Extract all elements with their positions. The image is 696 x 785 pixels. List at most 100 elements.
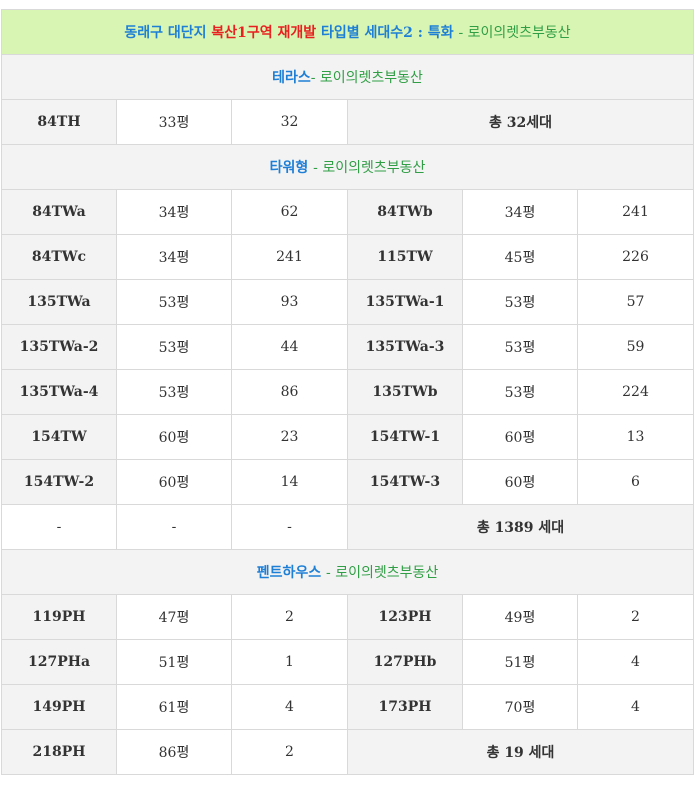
unit-count: 62 (231, 189, 348, 235)
unit-size: 53평 (462, 324, 578, 370)
unit-count: 4 (577, 639, 694, 685)
table-row: 135TWa 53평 93 135TWa-1 53평 57 (1, 279, 694, 325)
section-header-tower: 타워형 - 로이의렛츠부동산 (1, 144, 694, 190)
section-total: 총 32세대 (347, 99, 694, 145)
unit-size: 34평 (116, 234, 232, 280)
unit-size: 61평 (116, 684, 232, 730)
table-row: 149PH 61평 4 173PH 70평 4 (1, 684, 694, 730)
unit-count: 59 (577, 324, 694, 370)
unit-size: 34평 (462, 189, 578, 235)
unit-type: 119PH (1, 594, 117, 640)
unit-size: 70평 (462, 684, 578, 730)
section-suffix: - 로이의렛츠부동산 (326, 565, 439, 581)
unit-count: 241 (231, 234, 348, 280)
table-row: 154TW 60평 23 154TW-1 60평 13 (1, 414, 694, 460)
table-row: 84TWc 34평 241 115TW 45평 226 (1, 234, 694, 280)
unit-type: 84TWb (347, 189, 463, 235)
unit-type: 135TWa (1, 279, 117, 325)
unit-type: 135TWb (347, 369, 463, 415)
unit-count: 86 (231, 369, 348, 415)
unit-type: 135TWa-1 (347, 279, 463, 325)
empty-cell: - (231, 504, 348, 550)
section-suffix: - 로이의렛츠부동산 (313, 160, 426, 176)
table-row: 119PH 47평 2 123PH 49평 2 (1, 594, 694, 640)
unit-type: 154TW (1, 414, 117, 460)
title-part1: 동래구 대단지 (124, 25, 207, 41)
unit-count: 44 (231, 324, 348, 370)
empty-cell: - (1, 504, 117, 550)
unit-size: 53평 (116, 279, 232, 325)
table-row: - - - 총 1389 세대 (1, 504, 694, 550)
unit-size: 60평 (116, 459, 232, 505)
unit-size: 60평 (462, 414, 578, 460)
section-header-terrace: 테라스- 로이의렛츠부동산 (1, 54, 694, 100)
unit-type: 154TW-3 (347, 459, 463, 505)
unit-size: 49평 (462, 594, 578, 640)
unit-size: 47평 (116, 594, 232, 640)
unit-count: 2 (231, 594, 348, 640)
unit-size: 34평 (116, 189, 232, 235)
unit-size: 60평 (116, 414, 232, 460)
unit-count: 23 (231, 414, 348, 460)
unit-count: 226 (577, 234, 694, 280)
table-title: 동래구 대단지 복산1구역 재개발 타입별 세대수2 : 특화 - 로이의렛츠부… (1, 9, 694, 55)
unit-count: 93 (231, 279, 348, 325)
unit-type: 127PHb (347, 639, 463, 685)
unit-count: 4 (577, 684, 694, 730)
unit-type: 84TWc (1, 234, 117, 280)
section-label: 타워형 (269, 160, 309, 176)
unit-type: 84TWa (1, 189, 117, 235)
unit-count: 13 (577, 414, 694, 460)
unit-count: 2 (231, 729, 348, 775)
title-row: 동래구 대단지 복산1구역 재개발 타입별 세대수2 : 특화 - 로이의렛츠부… (1, 9, 694, 55)
section-header-penthouse: 펜트하우스 - 로이의렛츠부동산 (1, 549, 694, 595)
unit-count: 2 (577, 594, 694, 640)
unit-type-table: 동래구 대단지 복산1구역 재개발 타입별 세대수2 : 특화 - 로이의렛츠부… (1, 9, 694, 775)
unit-type: 127PHa (1, 639, 117, 685)
unit-size: 53평 (116, 324, 232, 370)
unit-size: 60평 (462, 459, 578, 505)
title-part3: 타입별 세대수2 : 특화 (321, 25, 454, 41)
table-row: 84TWa 34평 62 84TWb 34평 241 (1, 189, 694, 235)
unit-type: 154TW-1 (347, 414, 463, 460)
section-total: 총 19 세대 (347, 729, 694, 775)
title-part2: 복산1구역 재개발 (211, 25, 317, 41)
unit-count: 241 (577, 189, 694, 235)
unit-size: 53평 (462, 369, 578, 415)
section-label: 펜트하우스 (256, 565, 322, 581)
section-title-penthouse: 펜트하우스 - 로이의렛츠부동산 (1, 549, 694, 595)
unit-type: 149PH (1, 684, 117, 730)
table-row: 154TW-2 60평 14 154TW-3 60평 6 (1, 459, 694, 505)
unit-count: 4 (231, 684, 348, 730)
unit-type: 115TW (347, 234, 463, 280)
unit-count: 57 (577, 279, 694, 325)
table-row: 135TWa-2 53평 44 135TWa-3 53평 59 (1, 324, 694, 370)
unit-count: 224 (577, 369, 694, 415)
unit-count: 32 (231, 99, 348, 145)
unit-type: 84TH (1, 99, 117, 145)
section-label: 테라스 (272, 70, 311, 86)
unit-type: 123PH (347, 594, 463, 640)
unit-size: 86평 (116, 729, 232, 775)
table-row: 218PH 86평 2 총 19 세대 (1, 729, 694, 775)
empty-cell: - (116, 504, 232, 550)
section-title-terrace: 테라스- 로이의렛츠부동산 (1, 54, 694, 100)
unit-size: 33평 (116, 99, 232, 145)
unit-size: 53평 (116, 369, 232, 415)
title-part4: - 로이의렛츠부동산 (458, 25, 571, 41)
unit-count: 6 (577, 459, 694, 505)
unit-type: 135TWa-3 (347, 324, 463, 370)
unit-count: 14 (231, 459, 348, 505)
unit-type: 154TW-2 (1, 459, 117, 505)
unit-type: 218PH (1, 729, 117, 775)
unit-type: 173PH (347, 684, 463, 730)
unit-type: 135TWa-4 (1, 369, 117, 415)
unit-size: 51평 (116, 639, 232, 685)
section-suffix: - 로이의렛츠부동산 (310, 70, 423, 86)
unit-count: 1 (231, 639, 348, 685)
unit-size: 51평 (462, 639, 578, 685)
table-row: 135TWa-4 53평 86 135TWb 53평 224 (1, 369, 694, 415)
unit-size: 45평 (462, 234, 578, 280)
section-total: 총 1389 세대 (347, 504, 694, 550)
section-title-tower: 타워형 - 로이의렛츠부동산 (1, 144, 694, 190)
